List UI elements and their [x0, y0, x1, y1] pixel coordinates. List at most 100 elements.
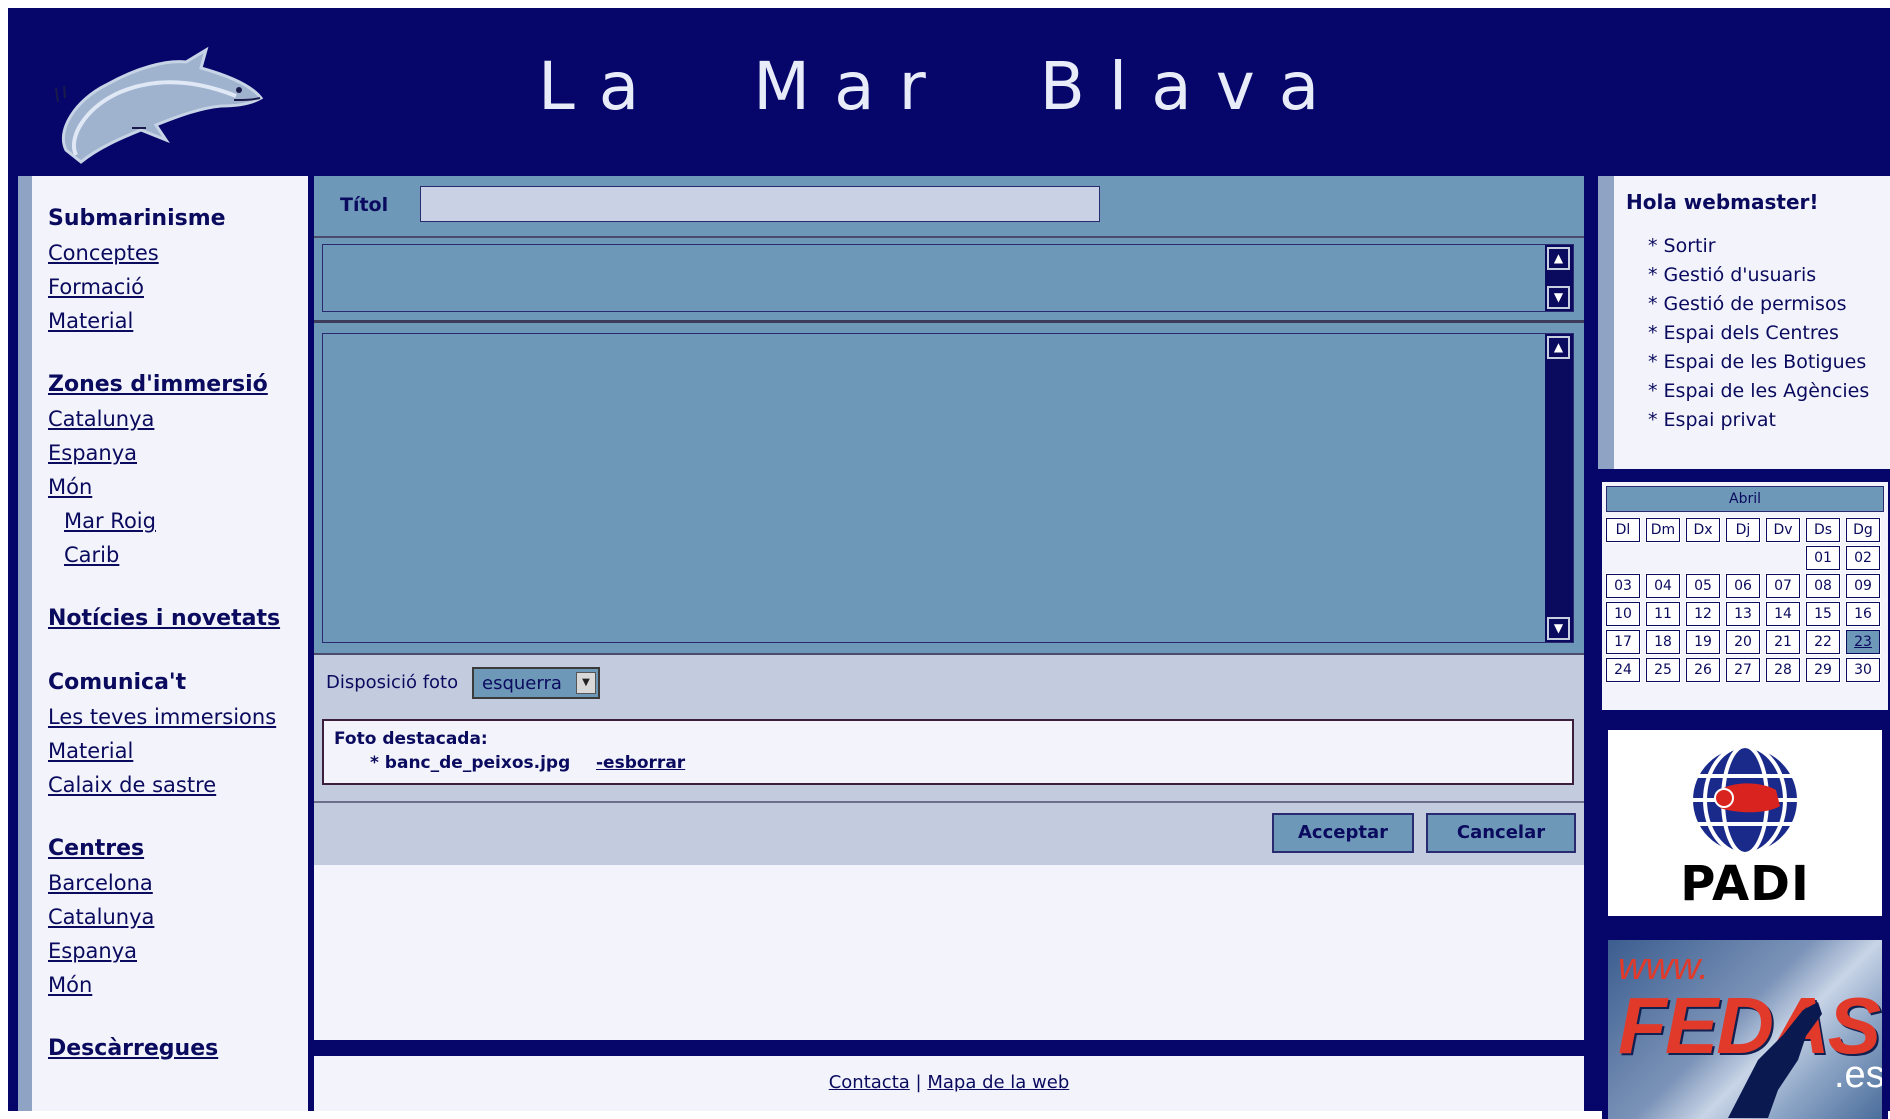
calendar-day[interactable]: 04: [1645, 573, 1681, 599]
title-input[interactable]: [420, 186, 1100, 222]
user-menu-espai-centres[interactable]: * Espai dels Centres: [1648, 319, 1869, 348]
body-textarea[interactable]: ▲ ▼: [322, 333, 1574, 643]
nav-link-catalunya[interactable]: Catalunya: [48, 402, 280, 436]
delete-photo-link[interactable]: -esborrar: [596, 753, 685, 773]
user-menu-gestio-permisos[interactable]: * Gestió de permisos: [1648, 290, 1869, 319]
fedas-banner-image: www. FEDAS .es: [1608, 940, 1882, 1119]
user-menu-gestio-usuaris[interactable]: * Gestió d'usuaris: [1648, 261, 1869, 290]
calendar-day[interactable]: 17: [1605, 629, 1641, 655]
summary-row: ▲ ▼: [314, 238, 1584, 323]
calendar-day[interactable]: 05: [1685, 573, 1721, 599]
calendar-day[interactable]: 29: [1805, 657, 1841, 683]
photo-layout-select[interactable]: esquerra ▼: [472, 667, 600, 699]
contact-link[interactable]: Contacta: [829, 1072, 910, 1093]
calendar-grid: Dl Dm Dx Dj Dv Ds Dg 01 02 03 04 05 06 07 08 09 10 11 12 13…: [1605, 516, 1884, 684]
calendar-day[interactable]: 15: [1805, 601, 1841, 627]
form-actions: Acceptar Cancelar: [314, 801, 1584, 865]
user-menu-sortir[interactable]: * Sortir: [1648, 232, 1869, 261]
calendar-day[interactable]: 18: [1645, 629, 1681, 655]
scroll-down-icon[interactable]: ▼: [1547, 286, 1570, 309]
summary-scrollbar[interactable]: ▲ ▼: [1545, 245, 1573, 311]
nav-link-les-teves-immersions[interactable]: Les teves immersions: [48, 700, 280, 734]
nav-link-carib[interactable]: Carib: [48, 538, 280, 572]
padi-banner-image: PADI: [1608, 730, 1882, 916]
user-menu-espai-privat[interactable]: * Espai privat: [1648, 406, 1869, 435]
calendar-day[interactable]: 26: [1685, 657, 1721, 683]
nav-link-espanya-2[interactable]: Espanya: [48, 934, 280, 968]
featured-photo-filename: * banc_de_peixos.jpg: [370, 753, 571, 773]
dolphin-logo-icon[interactable]: [36, 30, 286, 170]
calendar-day[interactable]: 03: [1605, 573, 1641, 599]
calendar-day[interactable]: 19: [1685, 629, 1721, 655]
calendar-day[interactable]: 01: [1805, 545, 1841, 571]
nav-link-formacio[interactable]: Formació: [48, 270, 280, 304]
user-panel: Hola webmaster! * Sortir * Gestió d'usua…: [1598, 176, 1890, 469]
calendar-empty-cell: [1606, 546, 1640, 570]
calendar-day[interactable]: 21: [1765, 629, 1801, 655]
sitemap-link[interactable]: Mapa de la web: [927, 1072, 1069, 1093]
nav-heading-noticies[interactable]: Notícies i novetats: [48, 602, 280, 636]
nav-link-conceptes[interactable]: Conceptes: [48, 236, 280, 270]
calendar-day[interactable]: 22: [1805, 629, 1841, 655]
calendar-weekday: Dx: [1685, 517, 1721, 543]
calendar-day[interactable]: 13: [1725, 601, 1761, 627]
user-menu-espai-botigues[interactable]: * Espai de les Botigues: [1648, 348, 1869, 377]
calendar-week: 10 11 12 13 14 15 16: [1605, 600, 1884, 628]
nav-link-mar-roig[interactable]: Mar Roig: [48, 504, 280, 538]
calendar: Abril Dl Dm Dx Dj Dv Ds Dg 01 02 03 04 05 06 07 08 09 10…: [1602, 482, 1888, 710]
calendar-day[interactable]: 20: [1725, 629, 1761, 655]
summary-textarea[interactable]: ▲ ▼: [322, 244, 1574, 312]
fedas-banner[interactable]: www. FEDAS .es: [1602, 934, 1888, 1119]
calendar-day[interactable]: 28: [1765, 657, 1801, 683]
calendar-day[interactable]: 27: [1725, 657, 1761, 683]
nav-heading-centres[interactable]: Centres: [48, 832, 280, 866]
calendar-day[interactable]: 02: [1845, 545, 1881, 571]
calendar-day[interactable]: 08: [1805, 573, 1841, 599]
calendar-weekdays: Dl Dm Dx Dj Dv Ds Dg: [1605, 516, 1884, 544]
user-menu-espai-agencies[interactable]: * Espai de les Agències: [1648, 377, 1869, 406]
calendar-day[interactable]: 16: [1845, 601, 1881, 627]
calendar-week: 01 02: [1606, 544, 1884, 572]
calendar-empty-cell: [1646, 546, 1680, 570]
nav-link-material-2[interactable]: Material: [48, 734, 280, 768]
cancel-button[interactable]: Cancelar: [1426, 813, 1576, 853]
page-frame: La Mar Blava Submarinisme Conceptes Form…: [8, 8, 1890, 1119]
nav-heading-zones[interactable]: Zones d'immersió: [48, 368, 280, 402]
nav-link-mon-2[interactable]: Món: [48, 968, 280, 1002]
nav-heading-comunica: Comunica't: [48, 670, 187, 695]
scroll-up-icon[interactable]: ▲: [1547, 336, 1570, 359]
nav-link-barcelona[interactable]: Barcelona: [48, 866, 280, 900]
nav-link-catalunya-2[interactable]: Catalunya: [48, 900, 280, 934]
footer-separator: |: [915, 1072, 922, 1093]
body-scrollbar[interactable]: ▲ ▼: [1545, 334, 1573, 642]
calendar-day[interactable]: 06: [1725, 573, 1761, 599]
calendar-weekday: Dv: [1765, 517, 1801, 543]
chevron-down-icon[interactable]: ▼: [576, 672, 596, 694]
calendar-day[interactable]: 12: [1685, 601, 1721, 627]
calendar-day[interactable]: 09: [1845, 573, 1881, 599]
sidebar-nav: Submarinisme Conceptes Formació Material…: [48, 202, 280, 1066]
featured-photo-heading: Foto destacada:: [334, 729, 488, 749]
site-title: La Mar Blava: [538, 48, 1344, 125]
calendar-day[interactable]: 14: [1765, 601, 1801, 627]
calendar-weekday: Ds: [1805, 517, 1841, 543]
calendar-day[interactable]: 24: [1605, 657, 1641, 683]
nav-link-material[interactable]: Material: [48, 304, 280, 338]
calendar-day[interactable]: 07: [1765, 573, 1801, 599]
nav-link-espanya[interactable]: Espanya: [48, 436, 280, 470]
calendar-day[interactable]: 30: [1845, 657, 1881, 683]
content-blank-area: [314, 865, 1584, 1040]
calendar-day[interactable]: 10: [1605, 601, 1641, 627]
calendar-day-today[interactable]: 23: [1845, 629, 1881, 655]
calendar-weekday: Dj: [1725, 517, 1761, 543]
calendar-week: 03 04 05 06 07 08 09: [1605, 572, 1884, 600]
nav-link-mon[interactable]: Món: [48, 470, 280, 504]
calendar-day[interactable]: 25: [1645, 657, 1681, 683]
padi-banner[interactable]: PADI: [1602, 724, 1888, 924]
scroll-up-icon[interactable]: ▲: [1547, 247, 1570, 270]
calendar-day[interactable]: 11: [1645, 601, 1681, 627]
nav-link-calaix-de-sastre[interactable]: Calaix de sastre: [48, 768, 280, 802]
accept-button[interactable]: Acceptar: [1272, 813, 1414, 853]
scroll-down-icon[interactable]: ▼: [1547, 617, 1570, 640]
nav-heading-descarregues[interactable]: Descàrregues: [48, 1032, 280, 1066]
